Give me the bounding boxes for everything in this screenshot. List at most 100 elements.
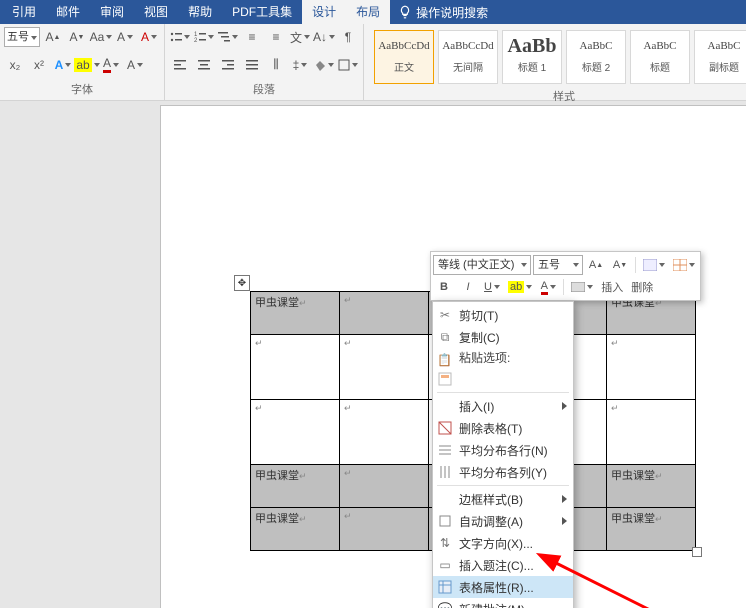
distribute-cols-icon [437,464,453,480]
multilevel-list-button[interactable] [217,26,239,48]
tab-pdf-tools[interactable]: PDF工具集 [222,0,302,24]
chevron-right-icon [562,517,567,525]
mini-shrink-font[interactable]: A▼ [609,256,631,274]
tab-help[interactable]: 帮助 [178,0,222,24]
table-cell[interactable]: ↵ [251,335,340,400]
style-card-5[interactable]: AaBbC副标题 [694,30,746,84]
ctx-delete-table[interactable]: 删除表格(T) [433,417,573,439]
ctx-insert[interactable]: 插入(I) [433,395,573,417]
table-cell[interactable]: ↵ [340,292,429,335]
ctx-insert-caption[interactable]: ▭ 插入题注(C)... [433,554,573,576]
shrink-font-button[interactable]: A▼ [66,26,88,48]
style-card-0[interactable]: AaBbCcDd正文 [374,30,434,84]
ctx-autofit[interactable]: 自动调整(A) [433,510,573,532]
align-right-button[interactable] [217,54,239,76]
ctx-cut[interactable]: ✂ 剪切(T) [433,304,573,326]
numbering-button[interactable]: 12 [193,26,215,48]
tab-references[interactable]: 引用 [2,0,46,24]
justify-button[interactable] [241,54,263,76]
mini-underline-button[interactable]: U [481,278,503,296]
ctx-table-properties[interactable]: 表格属性(R)... [433,576,573,598]
ctx-border-style[interactable]: 边框样式(B) [433,488,573,510]
mini-font-color-button[interactable]: A [537,278,559,296]
tab-layout[interactable]: 布局 [346,0,390,24]
align-left-button[interactable] [169,54,191,76]
font-color-button[interactable]: A [100,54,122,76]
style-card-1[interactable]: AaBbCcDd无间隔 [438,30,498,84]
highlight-button[interactable]: ab [76,54,98,76]
mini-insert-button[interactable]: 插入 [598,278,626,296]
ctx-distribute-rows[interactable]: 平均分布各行(N) [433,439,573,461]
text-direction-button[interactable]: 文 [289,26,311,48]
align-center-icon [198,60,210,70]
chevron-right-icon [562,402,567,410]
table-cell[interactable]: 甲虫课堂↵ [607,508,696,551]
show-marks-button[interactable]: ¶ [337,26,359,48]
mini-styles-button[interactable] [640,256,668,274]
table-cell[interactable]: 甲虫课堂↵ [251,508,340,551]
decrease-indent-button[interactable]: ≡ [241,26,263,48]
bullets-icon [170,31,182,43]
table-cell[interactable]: ↵ [340,465,429,508]
style-card-3[interactable]: AaBbC标题 2 [566,30,626,84]
line-spacing-button[interactable]: ‡ [289,54,311,76]
distribute-rows-icon [437,442,453,458]
tab-mail[interactable]: 邮件 [46,0,90,24]
table-cell[interactable]: ↵ [607,400,696,465]
table-cell[interactable]: ↵ [340,335,429,400]
mini-font-size-combo[interactable]: 五号 [533,255,583,275]
table-cell[interactable]: 甲虫课堂↵ [251,292,340,335]
tab-view[interactable]: 视图 [134,0,178,24]
text-effects-button[interactable]: A [52,54,74,76]
mini-grow-font[interactable]: A▲ [585,256,607,274]
superscript-button[interactable]: x² [28,54,50,76]
table-cell[interactable]: ↵ [251,400,340,465]
table-resize-handle[interactable] [692,547,702,557]
font-size-combo[interactable]: 五号 [4,27,40,47]
tell-me-search[interactable]: 操作说明搜索 [398,4,488,21]
borders-button[interactable] [337,54,359,76]
mini-highlight-button[interactable]: ab [505,278,535,296]
shading-button[interactable] [313,54,335,76]
context-menu: ✂ 剪切(T) ⧉ 复制(C) 📋 粘贴选项: 插入(I) 删除表格(T) 平均… [432,301,574,608]
mini-bold-button[interactable]: B [433,278,455,296]
numbering-icon: 12 [194,31,206,43]
style-card-2[interactable]: AaBb标题 1 [502,30,562,84]
tab-review[interactable]: 审阅 [90,0,134,24]
align-center-button[interactable] [193,54,215,76]
bullets-button[interactable] [169,26,191,48]
table-grid-icon [673,259,687,271]
mini-delete-button[interactable]: 删除 [628,278,656,296]
ctx-text-direction[interactable]: ⇅ 文字方向(X)... [433,532,573,554]
subscript-button[interactable]: x₂ [4,54,26,76]
align-right-icon [222,60,234,70]
table-move-handle[interactable]: ✥ [234,275,250,291]
char-border-button[interactable]: A [124,54,146,76]
distributed-button[interactable]: ⫼ [265,54,287,76]
ctx-paste-option-1[interactable] [433,368,573,390]
ctx-copy[interactable]: ⧉ 复制(C) [433,326,573,348]
table-cell[interactable]: 甲虫课堂↵ [251,465,340,508]
ctx-new-comment[interactable]: 💬 新建批注(M) [433,598,573,608]
table-cell[interactable]: ↵ [607,335,696,400]
borders-icon [338,59,350,71]
clear-format-button[interactable]: A [114,26,136,48]
grow-font-button[interactable]: A▲ [42,26,64,48]
mini-font-name-combo[interactable]: 等线 (中文正文) [433,255,531,275]
phonetic-guide-button[interactable]: A [138,26,160,48]
table-cell[interactable]: ↵ [340,400,429,465]
table-properties-icon [437,579,453,595]
change-case-button[interactable]: Aa [90,26,112,48]
style-card-4[interactable]: AaBbC标题 [630,30,690,84]
mini-italic-button[interactable]: I [457,278,479,296]
table-cell[interactable]: 甲虫课堂↵ [607,465,696,508]
cut-icon: ✂ [437,307,453,323]
ctx-distribute-cols[interactable]: 平均分布各列(Y) [433,461,573,483]
increase-indent-button[interactable]: ≡ [265,26,287,48]
mini-new-table-button[interactable] [670,256,698,274]
mini-shading-button[interactable] [568,278,596,296]
table-cell[interactable]: ↵ [340,508,429,551]
style-gallery[interactable]: AaBbCcDd正文AaBbCcDd无间隔AaBb标题 1AaBbC标题 2Aa… [368,26,746,88]
sort-button[interactable]: A↓ [313,26,335,48]
tab-design[interactable]: 设计 [302,0,346,24]
